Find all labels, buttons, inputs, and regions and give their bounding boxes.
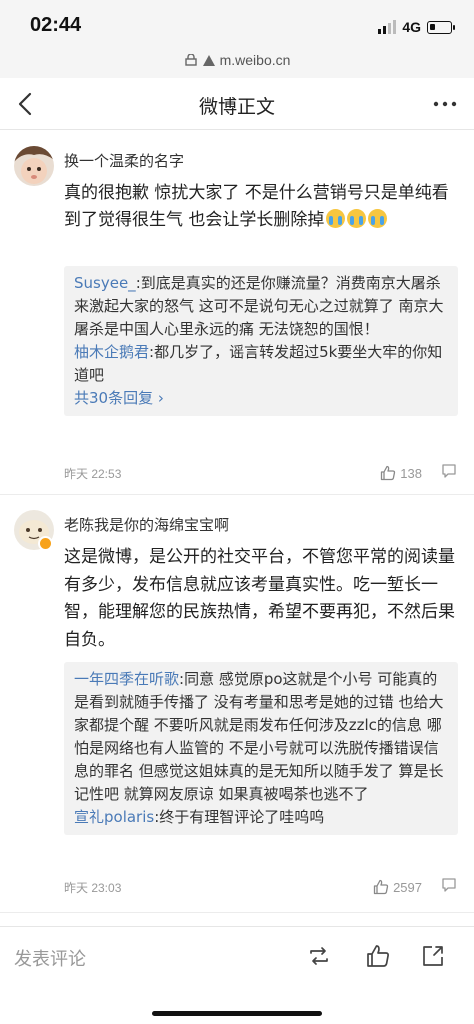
status-bar: 02:44 4G: [0, 0, 474, 52]
reply-item[interactable]: 宣礼polaris:终于有理智评论了哇呜呜: [74, 806, 448, 829]
bottom-action-bar: 发表评论: [0, 926, 474, 1024]
comment-username[interactable]: 老陈我是你的海绵宝宝啊: [64, 514, 229, 535]
crying-emoji-icon: [347, 209, 367, 228]
url-bar[interactable]: m.weibo.cn: [0, 52, 474, 69]
reply-username[interactable]: 宣礼polaris: [74, 808, 154, 826]
post-comment-input[interactable]: 发表评论: [14, 945, 86, 971]
more-replies-link[interactable]: 共30条回复 ›: [74, 387, 448, 410]
page-title: 微博正文: [198, 96, 275, 118]
comment-text-content: 真的很抱歉 惊扰大家了 不是什么营销号只是单纯看到了觉得很生气 也会让学长删除掉: [64, 183, 449, 230]
nav-bar: 微博正文: [0, 78, 474, 130]
status-indicators: 4G: [378, 18, 455, 36]
comment-text: 真的很抱歉 惊扰大家了 不是什么营销号只是单纯看到了觉得很生气 也会让学长删除掉: [64, 180, 460, 234]
reply-bubble-icon[interactable]: [440, 462, 458, 480]
reply-item[interactable]: Susyee_:到底是真实的还是你赚流量？消费南京大屠杀来激起大家的怒气 这可不…: [74, 272, 448, 341]
repost-icon[interactable]: [306, 943, 332, 969]
status-time: 02:44: [30, 14, 82, 36]
crying-emoji-icon: [368, 209, 388, 228]
reply-username[interactable]: 一年四季在听歌: [74, 670, 179, 688]
share-icon[interactable]: [420, 943, 446, 969]
url-text: m.weibo.cn: [219, 52, 291, 68]
verified-badge-icon: [38, 536, 53, 551]
warning-icon: [202, 53, 215, 69]
privacy-icon: [184, 53, 198, 69]
comment-meta: 昨天 22:53 138: [64, 462, 458, 482]
signal-icon: [378, 20, 397, 34]
reply-text: :同意 感觉原po这就是个小号 可能真的是看到就随手传播了 没有考量和思考是她的…: [74, 670, 444, 803]
like-icon[interactable]: [365, 943, 391, 969]
comment-meta: 昨天 23:03 2597: [64, 876, 458, 896]
reply-bubble-icon[interactable]: [440, 876, 458, 894]
like-button[interactable]: 138: [380, 465, 422, 481]
reply-box[interactable]: Susyee_:到底是真实的还是你赚流量？消费南京大屠杀来激起大家的怒气 这可不…: [64, 266, 458, 416]
thumbs-up-icon: [373, 879, 389, 895]
crying-emoji-icon: [326, 209, 346, 228]
browser-top-bar: 02:44 4G m.weibo.cn: [0, 0, 474, 78]
reply-item[interactable]: 柚木企鹅君:都几岁了，谣言转发超过5k要坐大牢的你知道吧: [74, 341, 448, 387]
home-indicator: [152, 1011, 322, 1016]
like-count: 138: [400, 465, 422, 481]
battery-icon: [427, 20, 455, 34]
comment-username[interactable]: 换一个温柔的名字: [64, 150, 184, 171]
like-count: 2597: [393, 879, 422, 895]
divider: [0, 494, 474, 495]
reply-text: :终于有理智评论了哇呜呜: [154, 808, 325, 826]
comment-timestamp: 昨天 23:03: [64, 881, 122, 895]
comment-text: 这是微博，是公开的社交平台，不管您平常的阅读量有多少，发布信息就应该考量真实性。…: [64, 547, 455, 650]
more-dots-icon[interactable]: [430, 90, 460, 118]
like-button[interactable]: 2597: [373, 879, 422, 895]
more-replies-label: 共30条回复: [74, 389, 154, 407]
thumbs-up-icon: [381, 465, 396, 481]
reply-username[interactable]: 柚木企鹅君: [74, 343, 149, 361]
reply-box[interactable]: 一年四季在听歌:同意 感觉原po这就是个小号 可能真的是看到就随手传播了 没有考…: [64, 662, 458, 835]
divider: [0, 912, 474, 913]
avatar[interactable]: [14, 146, 54, 186]
network-type: 4G: [402, 19, 421, 35]
reply-username[interactable]: Susyee_: [74, 274, 136, 292]
reply-item[interactable]: 一年四季在听歌:同意 感觉原po这就是个小号 可能真的是看到就随手传播了 没有考…: [74, 668, 448, 806]
comment-timestamp: 昨天 22:53: [64, 467, 122, 481]
